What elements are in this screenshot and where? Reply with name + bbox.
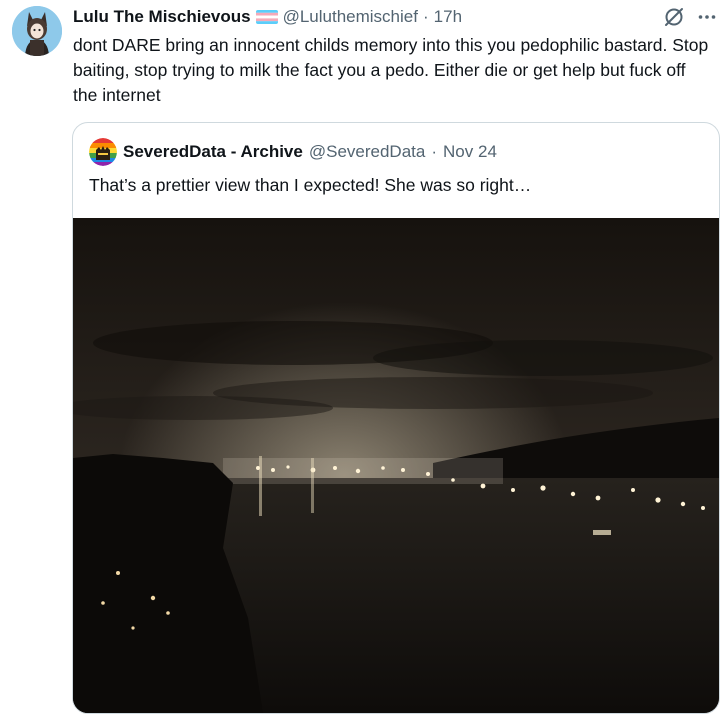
quoted-separator-dot: · bbox=[431, 142, 438, 161]
quoted-tweet-timestamp[interactable]: Nov 24 bbox=[443, 142, 497, 162]
tweet-text: dont DARE bring an innocent childs memor… bbox=[73, 35, 709, 105]
tweet-header: Lulu The Mischievous @Luluthemischief · … bbox=[73, 6, 462, 28]
grok-icon[interactable] bbox=[663, 6, 685, 28]
transgender-flag-icon bbox=[255, 10, 278, 24]
quoted-author-avatar[interactable] bbox=[89, 138, 117, 166]
night-harbor-photo[interactable] bbox=[73, 218, 719, 713]
tweet-timestamp[interactable]: 17h bbox=[434, 7, 462, 27]
author-display-name[interactable]: Lulu The Mischievous bbox=[73, 7, 251, 27]
quoted-tweet[interactable]: SeveredData - Archive @SeveredData · Nov… bbox=[72, 122, 720, 714]
tweet[interactable]: Lulu The Mischievous @Luluthemischief · … bbox=[0, 0, 727, 714]
quoted-tweet-header: SeveredData - Archive @SeveredData · Nov… bbox=[89, 138, 497, 166]
tweet-header-actions bbox=[663, 6, 717, 28]
author-avatar[interactable] bbox=[12, 6, 62, 56]
quoted-tweet-text: That’s a prettier view than I expected! … bbox=[89, 175, 532, 195]
more-icon[interactable] bbox=[697, 7, 717, 27]
quoted-author-display-name[interactable]: SeveredData - Archive bbox=[123, 142, 303, 162]
quoted-author-handle[interactable]: @SeveredData bbox=[309, 142, 426, 162]
separator-dot: · bbox=[422, 7, 429, 26]
author-handle[interactable]: @Luluthemischief bbox=[283, 7, 418, 27]
